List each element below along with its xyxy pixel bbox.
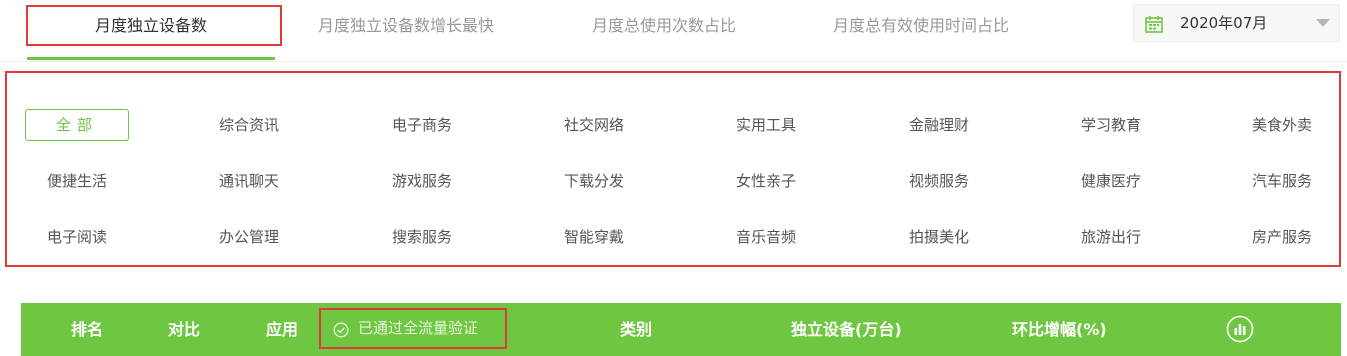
category-item[interactable]: 实用工具 [714, 109, 818, 141]
category-item[interactable]: 拍摄美化 [887, 221, 991, 253]
category-item[interactable]: 搜索服务 [370, 221, 474, 253]
verified-label: 已通过全流量验证 [358, 319, 479, 337]
column-mom-growth: 环比增幅(%) [1012, 320, 1107, 339]
category-item[interactable]: 游戏服务 [370, 165, 474, 197]
month-value: 2020年07月 [1180, 14, 1268, 32]
category-item[interactable]: 音乐音频 [714, 221, 818, 253]
category-item[interactable]: 社交网络 [542, 109, 646, 141]
column-compare: 对比 [168, 320, 201, 339]
month-picker[interactable]: 2020年07月 [1133, 4, 1340, 42]
category-item[interactable]: 智能穿戴 [542, 221, 646, 253]
category-item[interactable]: 下载分发 [542, 165, 646, 197]
tab-highlight-box [26, 5, 282, 46]
category-item[interactable]: 电子商务 [370, 109, 474, 141]
active-tab-indicator [27, 57, 275, 60]
category-item[interactable]: 综合资讯 [197, 109, 301, 141]
category-item[interactable]: 美食外卖 [1230, 109, 1334, 141]
bar-chart-icon[interactable] [1226, 315, 1254, 343]
chevron-down-icon[interactable] [1307, 5, 1339, 41]
column-category: 类别 [620, 320, 653, 339]
calendar-icon [1145, 16, 1163, 33]
column-rank: 排名 [71, 320, 104, 339]
category-item[interactable]: 办公管理 [197, 221, 301, 253]
category-item[interactable]: 通讯聊天 [197, 165, 301, 197]
verified-filter[interactable]: 已通过全流量验证 [319, 308, 507, 349]
check-circle-icon [333, 322, 349, 338]
category-item[interactable]: 便捷生活 [25, 165, 129, 197]
ranking-table-header: 排名 对比 应用 已通过全流量验证 类别 独立设备(万台) 环比增幅(%) [21, 303, 1341, 356]
tab-divider [0, 61, 1347, 62]
category-all[interactable]: 全部 [25, 109, 129, 141]
category-item[interactable]: 旅游出行 [1059, 221, 1163, 253]
category-item[interactable]: 金融理财 [887, 109, 991, 141]
tab-usage-share[interactable]: 月度总使用次数占比 [553, 0, 775, 52]
column-devices: 独立设备(万台) [791, 320, 902, 339]
tab-fastest-growth[interactable]: 月度独立设备数增长最快 [295, 0, 517, 52]
tab-time-share[interactable]: 月度总有效使用时间占比 [810, 0, 1032, 52]
column-app: 应用 [266, 320, 299, 339]
category-filter-panel: 全部 综合资讯 电子商务 社交网络 实用工具 金融理财 学习教育 美食外卖 便捷… [5, 71, 1341, 267]
category-item[interactable]: 视频服务 [887, 165, 991, 197]
category-item[interactable]: 汽车服务 [1230, 165, 1334, 197]
category-item[interactable]: 女性亲子 [714, 165, 818, 197]
category-item[interactable]: 健康医疗 [1059, 165, 1163, 197]
category-item[interactable]: 学习教育 [1059, 109, 1163, 141]
category-item[interactable]: 电子阅读 [25, 221, 129, 253]
category-item[interactable]: 房产服务 [1230, 221, 1334, 253]
